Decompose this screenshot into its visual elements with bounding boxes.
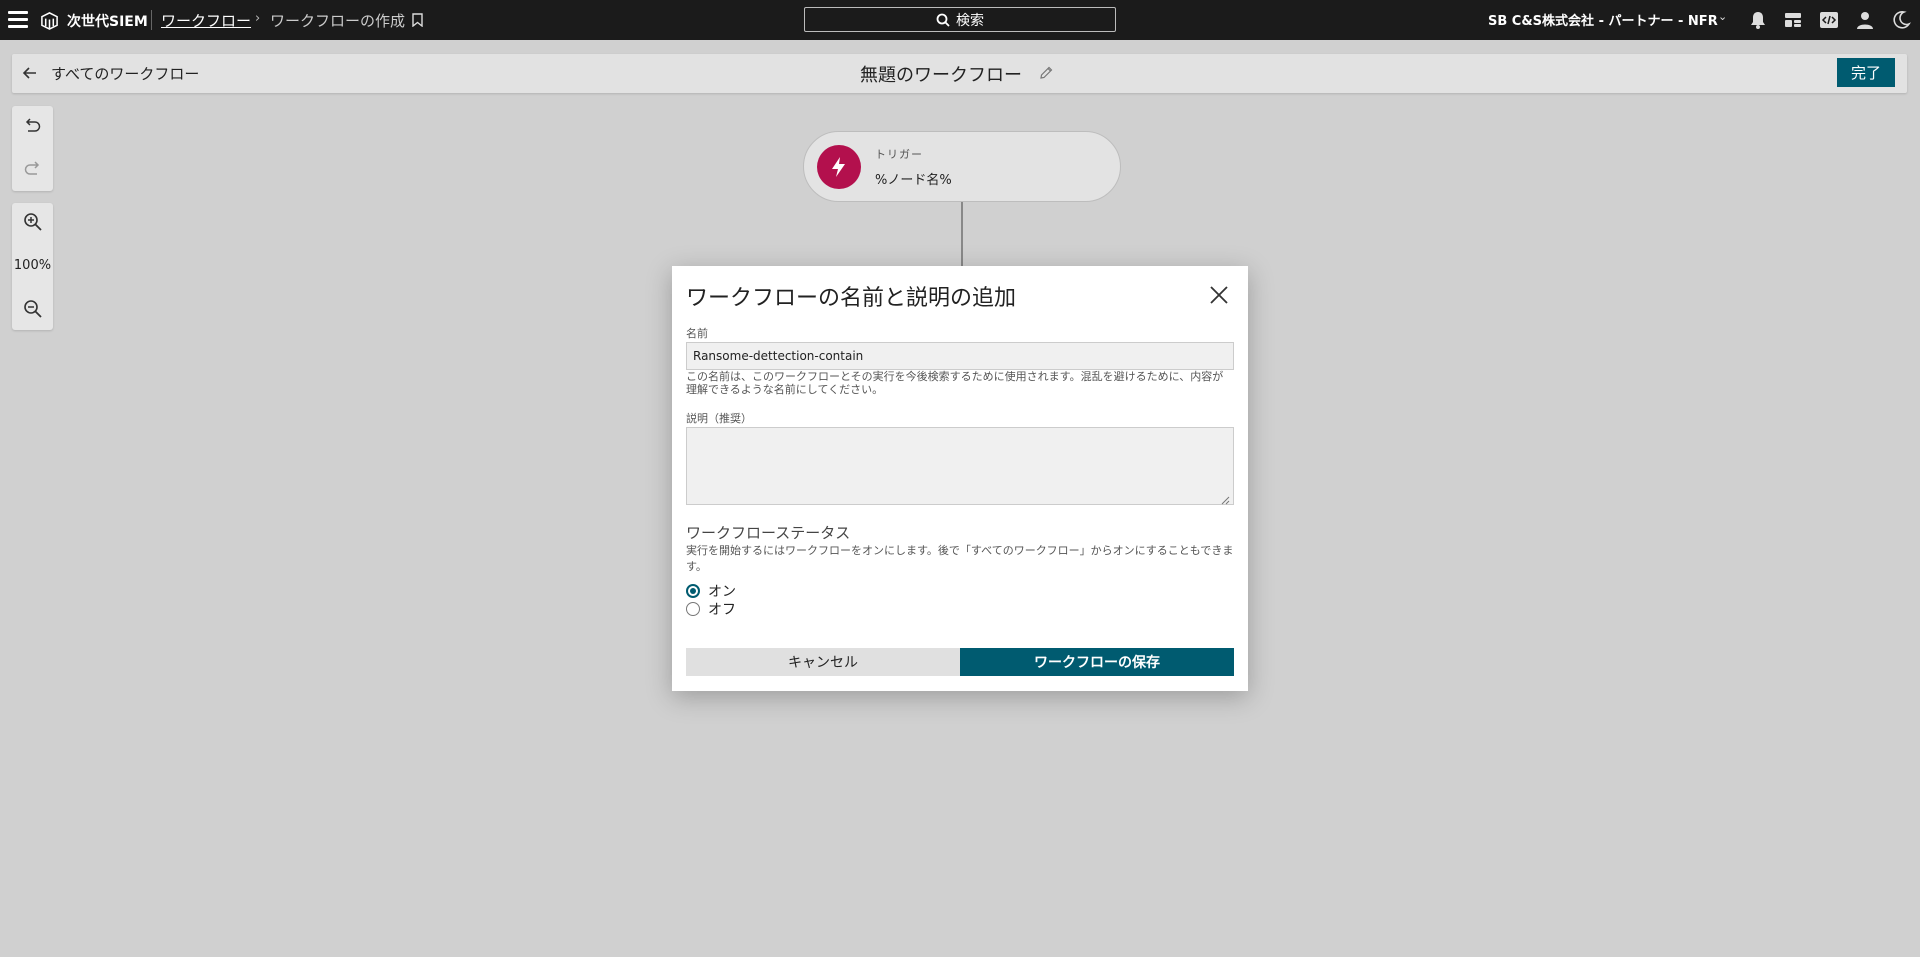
trigger-node[interactable]: トリガー %ノード名% [803, 131, 1121, 202]
workflow-header-bar: すべてのワークフロー 無題のワークフロー 完了 [12, 54, 1907, 93]
lightning-icon [832, 157, 845, 177]
back-arrow-icon[interactable] [21, 64, 39, 82]
nav-divider [151, 10, 152, 30]
breadcrumb-current-page: ワークフローの作成 [270, 12, 406, 30]
resize-grip-icon[interactable] [1220, 495, 1230, 505]
redo-icon[interactable] [22, 159, 43, 180]
status-off-radio[interactable] [686, 602, 700, 616]
cancel-button[interactable]: キャンセル [686, 648, 960, 676]
status-off-label[interactable]: オフ [708, 599, 736, 619]
trigger-node-name: %ノード名% [875, 173, 952, 188]
trigger-badge [817, 145, 861, 189]
status-on-radio[interactable] [686, 584, 700, 598]
edit-pencil-icon[interactable] [1038, 65, 1054, 81]
zoom-out-icon[interactable] [22, 298, 43, 319]
status-on-label[interactable]: オン [708, 581, 736, 601]
hamburger-menu-icon[interactable] [8, 11, 28, 29]
dashboard-icon[interactable] [1783, 10, 1803, 30]
name-field-hint: この名前は、このワークフローとその実行を今後検索するために使用されます。混乱を避… [686, 370, 1224, 396]
workflow-title: 無題のワークフロー [860, 65, 1022, 86]
name-field-label: 名前 [686, 327, 708, 340]
tenant-selector[interactable]: SB C&S株式会社 - パートナー - NFR [1488, 10, 1718, 29]
zoom-toolbar: 100% [12, 203, 53, 330]
global-search-button[interactable]: 検索 [804, 7, 1116, 32]
product-name: 次世代SIEM [67, 14, 148, 30]
bookmark-icon[interactable] [412, 13, 423, 27]
workflow-status-title: ワークフローステータス [686, 524, 851, 542]
dialog-title: ワークフローの名前と説明の追加 [686, 286, 1017, 311]
back-to-all-workflows-link[interactable]: すべてのワークフロー [51, 63, 199, 84]
workflow-status-hint: 実行を開始するにはワークフローをオンにします。後で「すべてのワークフロー」からオ… [686, 544, 1234, 573]
done-button[interactable]: 完了 [1837, 58, 1895, 87]
chevron-down-icon[interactable]: ⌄ [1718, 10, 1727, 23]
zoom-in-icon[interactable] [22, 211, 43, 232]
trigger-kind-label: トリガー [875, 148, 923, 161]
undo-icon[interactable] [22, 116, 43, 137]
description-field-label: 説明（推奨） [686, 412, 752, 425]
search-icon [936, 13, 950, 27]
node-connector-line [961, 202, 963, 266]
breadcrumb-workflows-link[interactable]: ワークフロー [161, 10, 251, 31]
user-icon[interactable] [1855, 10, 1875, 30]
description-textarea[interactable] [686, 427, 1234, 505]
save-workflow-button[interactable]: ワークフローの保存 [960, 648, 1234, 676]
top-navigation-bar: 次世代SIEM ワークフロー › ワークフローの作成 検索 SB C&S株式会社… [0, 0, 1920, 40]
code-icon[interactable] [1819, 10, 1839, 30]
close-icon[interactable] [1208, 284, 1230, 306]
history-toolbar [12, 106, 53, 191]
search-label: 検索 [956, 12, 984, 29]
moon-icon[interactable] [1891, 10, 1911, 30]
product-logo-icon [41, 12, 58, 30]
workflow-name-input[interactable] [686, 342, 1234, 370]
zoom-level: 100% [13, 258, 52, 273]
bell-icon[interactable] [1748, 10, 1768, 30]
workflow-name-dialog: ワークフローの名前と説明の追加 名前 この名前は、このワークフローとその実行を今… [672, 266, 1248, 691]
breadcrumb-separator: › [255, 11, 261, 26]
